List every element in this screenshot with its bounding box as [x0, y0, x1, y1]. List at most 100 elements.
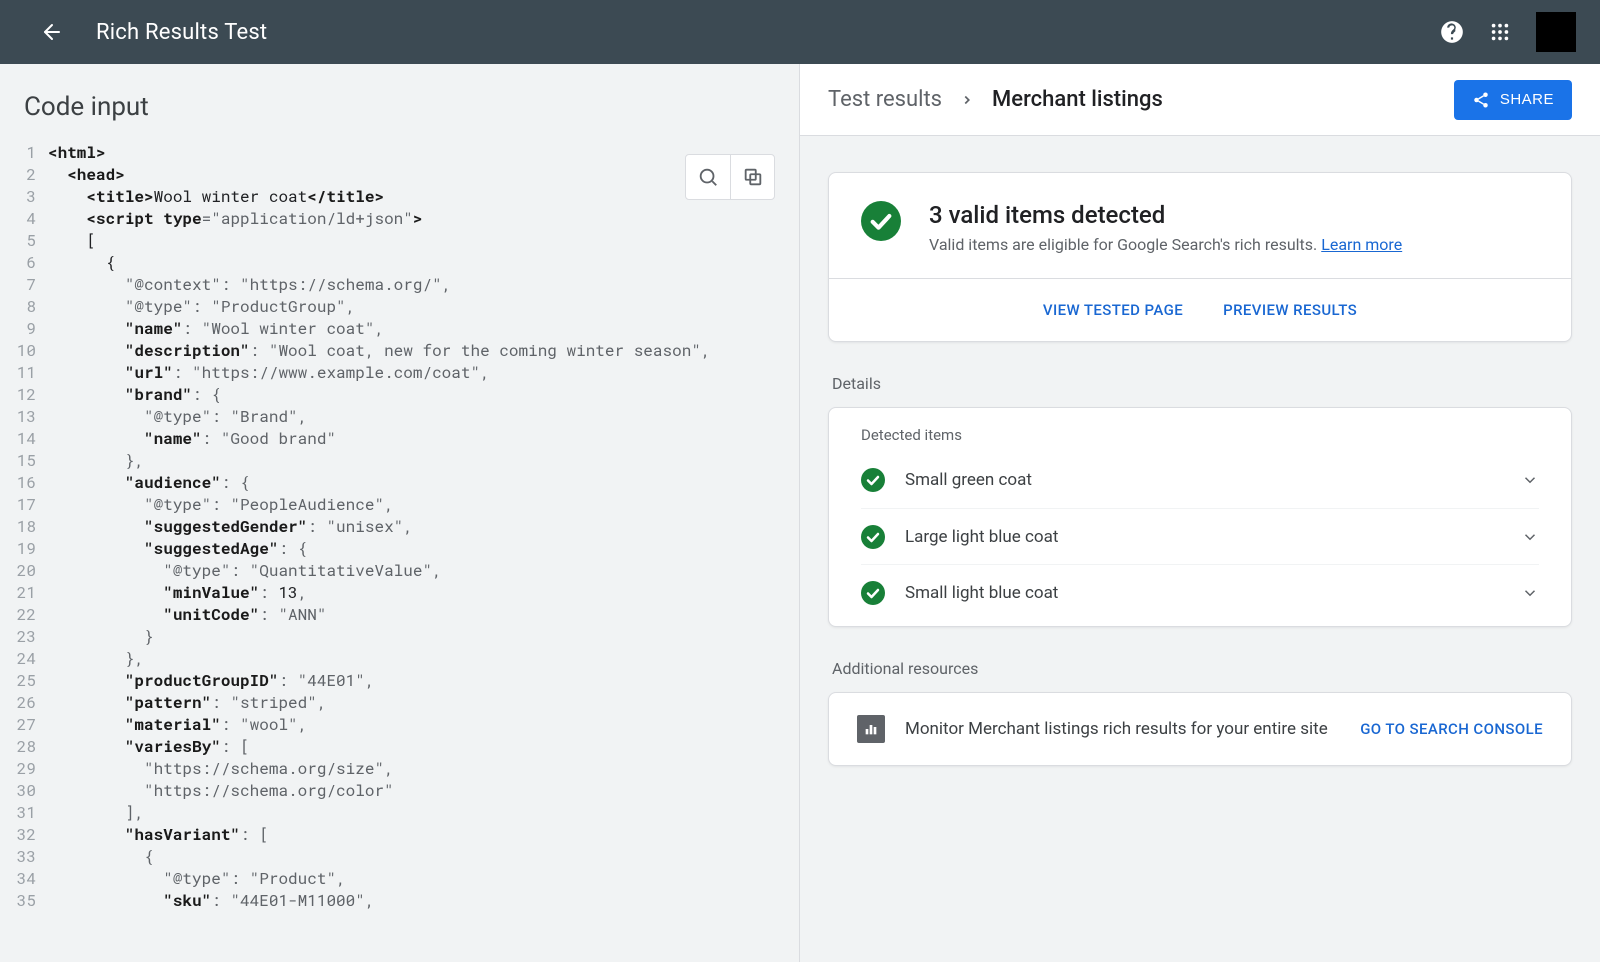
code-content: "https://schema.org/size", — [48, 758, 394, 780]
code-content: "https://schema.org/color" — [48, 780, 394, 802]
chevron-down-icon — [1521, 471, 1539, 489]
code-line: 20 "@type": "QuantitativeValue", — [0, 560, 799, 582]
view-tested-page-button[interactable]: VIEW TESTED PAGE — [1043, 301, 1183, 319]
learn-more-link[interactable]: Learn more — [1321, 235, 1402, 254]
code-line: 6 { — [0, 252, 799, 274]
resource-card: Monitor Merchant listings rich results f… — [828, 692, 1572, 766]
detected-item-row[interactable]: Large light blue coat — [861, 508, 1539, 564]
line-number: 2 — [0, 164, 48, 186]
share-button[interactable]: SHARE — [1454, 80, 1572, 120]
help-button[interactable] — [1432, 12, 1472, 52]
summary-subtitle-text: Valid items are eligible for Google Sear… — [929, 235, 1321, 254]
code-content: "suggestedAge": { — [48, 538, 307, 560]
preview-results-button[interactable]: PREVIEW RESULTS — [1223, 301, 1357, 319]
line-number: 26 — [0, 692, 48, 714]
line-number: 29 — [0, 758, 48, 780]
code-line: 25 "productGroupID": "44E01", — [0, 670, 799, 692]
code-content: ], — [48, 802, 144, 824]
code-content: "suggestedGender": "unisex", — [48, 516, 413, 538]
line-number: 22 — [0, 604, 48, 626]
line-number: 7 — [0, 274, 48, 296]
line-number: 8 — [0, 296, 48, 318]
line-number: 6 — [0, 252, 48, 274]
line-number: 34 — [0, 868, 48, 890]
code-line: 11 "url": "https://www.example.com/coat"… — [0, 362, 799, 384]
breadcrumb-prev[interactable]: Test results — [828, 87, 942, 112]
code-line: 21 "minValue": 13, — [0, 582, 799, 604]
code-input-heading: Code input — [0, 64, 799, 142]
line-number: 4 — [0, 208, 48, 230]
resources-section-label: Additional resources — [832, 659, 1568, 678]
resource-text: Monitor Merchant listings rich results f… — [905, 719, 1340, 739]
code-editor[interactable]: 1<html>2 <head>3 <title>Wool winter coat… — [0, 142, 799, 962]
share-button-label: SHARE — [1500, 91, 1554, 108]
code-content: "@context": "https://schema.org/", — [48, 274, 451, 296]
topbar: Rich Results Test — [0, 0, 1600, 64]
code-line: 15 }, — [0, 450, 799, 472]
code-content: }, — [48, 450, 144, 472]
line-number: 23 — [0, 626, 48, 648]
code-line: 3 <title>Wool winter coat</title> — [0, 186, 799, 208]
search-console-link[interactable]: GO TO SEARCH CONSOLE — [1360, 720, 1543, 738]
breadcrumb-current: Merchant listings — [992, 87, 1163, 112]
help-icon — [1439, 19, 1465, 45]
code-line: 35 "sku": "44E01-M11000", — [0, 890, 799, 912]
code-line: 17 "@type": "PeopleAudience", — [0, 494, 799, 516]
apps-button[interactable] — [1480, 12, 1520, 52]
detected-items-card: Detected items Small green coatLarge lig… — [828, 407, 1572, 627]
account-avatar[interactable] — [1536, 12, 1576, 52]
line-number: 27 — [0, 714, 48, 736]
line-number: 33 — [0, 846, 48, 868]
code-content: { — [48, 252, 115, 274]
code-content: "audience": { — [48, 472, 250, 494]
detected-item-row[interactable]: Small green coat — [861, 452, 1539, 508]
check-circle-icon — [861, 581, 885, 605]
summary-title: 3 valid items detected — [929, 201, 1402, 229]
code-content: <html> — [48, 142, 106, 164]
bar-chart-icon — [857, 715, 885, 743]
code-content: "pattern": "striped", — [48, 692, 326, 714]
code-content: "@type": "QuantitativeValue", — [48, 560, 442, 582]
code-content: "sku": "44E01-M11000", — [48, 890, 374, 912]
code-line: 30 "https://schema.org/color" — [0, 780, 799, 802]
summary-subtitle: Valid items are eligible for Google Sear… — [929, 235, 1402, 254]
code-content: "description": "Wool coat, new for the c… — [48, 340, 711, 362]
back-button[interactable] — [32, 12, 72, 52]
line-number: 25 — [0, 670, 48, 692]
editor-toolbar — [685, 154, 775, 200]
editor-copy-button[interactable] — [730, 155, 774, 199]
code-content: "brand": { — [48, 384, 221, 406]
code-line: 23 } — [0, 626, 799, 648]
detected-item-label: Small light blue coat — [905, 583, 1501, 603]
code-content: [ — [48, 230, 96, 252]
code-input-pane: Code input 1<html>2 <head>3 <title>Wool … — [0, 64, 800, 962]
line-number: 12 — [0, 384, 48, 406]
detected-item-label: Small green coat — [905, 470, 1501, 490]
line-number: 11 — [0, 362, 48, 384]
code-content: { — [48, 846, 154, 868]
line-number: 13 — [0, 406, 48, 428]
code-content: "unitCode": "ANN" — [48, 604, 326, 626]
line-number: 9 — [0, 318, 48, 340]
code-line: 14 "name": "Good brand" — [0, 428, 799, 450]
code-line: 27 "material": "wool", — [0, 714, 799, 736]
code-line: 24 }, — [0, 648, 799, 670]
code-line: 5 [ — [0, 230, 799, 252]
editor-search-button[interactable] — [686, 155, 730, 199]
line-number: 17 — [0, 494, 48, 516]
code-line: 1<html> — [0, 142, 799, 164]
code-line: 2 <head> — [0, 164, 799, 186]
apps-grid-icon — [1489, 21, 1511, 43]
code-content: <script type="application/ld+json"> — [48, 208, 422, 230]
code-content: "@type": "Brand", — [48, 406, 307, 428]
code-content: <title>Wool winter coat</title> — [48, 186, 384, 208]
line-number: 18 — [0, 516, 48, 538]
code-content: "minValue": 13, — [48, 582, 307, 604]
code-line: 7 "@context": "https://schema.org/", — [0, 274, 799, 296]
code-line: 34 "@type": "Product", — [0, 868, 799, 890]
detected-item-row[interactable]: Small light blue coat — [861, 564, 1539, 620]
code-line: 4 <script type="application/ld+json"> — [0, 208, 799, 230]
code-line: 26 "pattern": "striped", — [0, 692, 799, 714]
share-icon — [1472, 91, 1490, 109]
line-number: 1 — [0, 142, 48, 164]
